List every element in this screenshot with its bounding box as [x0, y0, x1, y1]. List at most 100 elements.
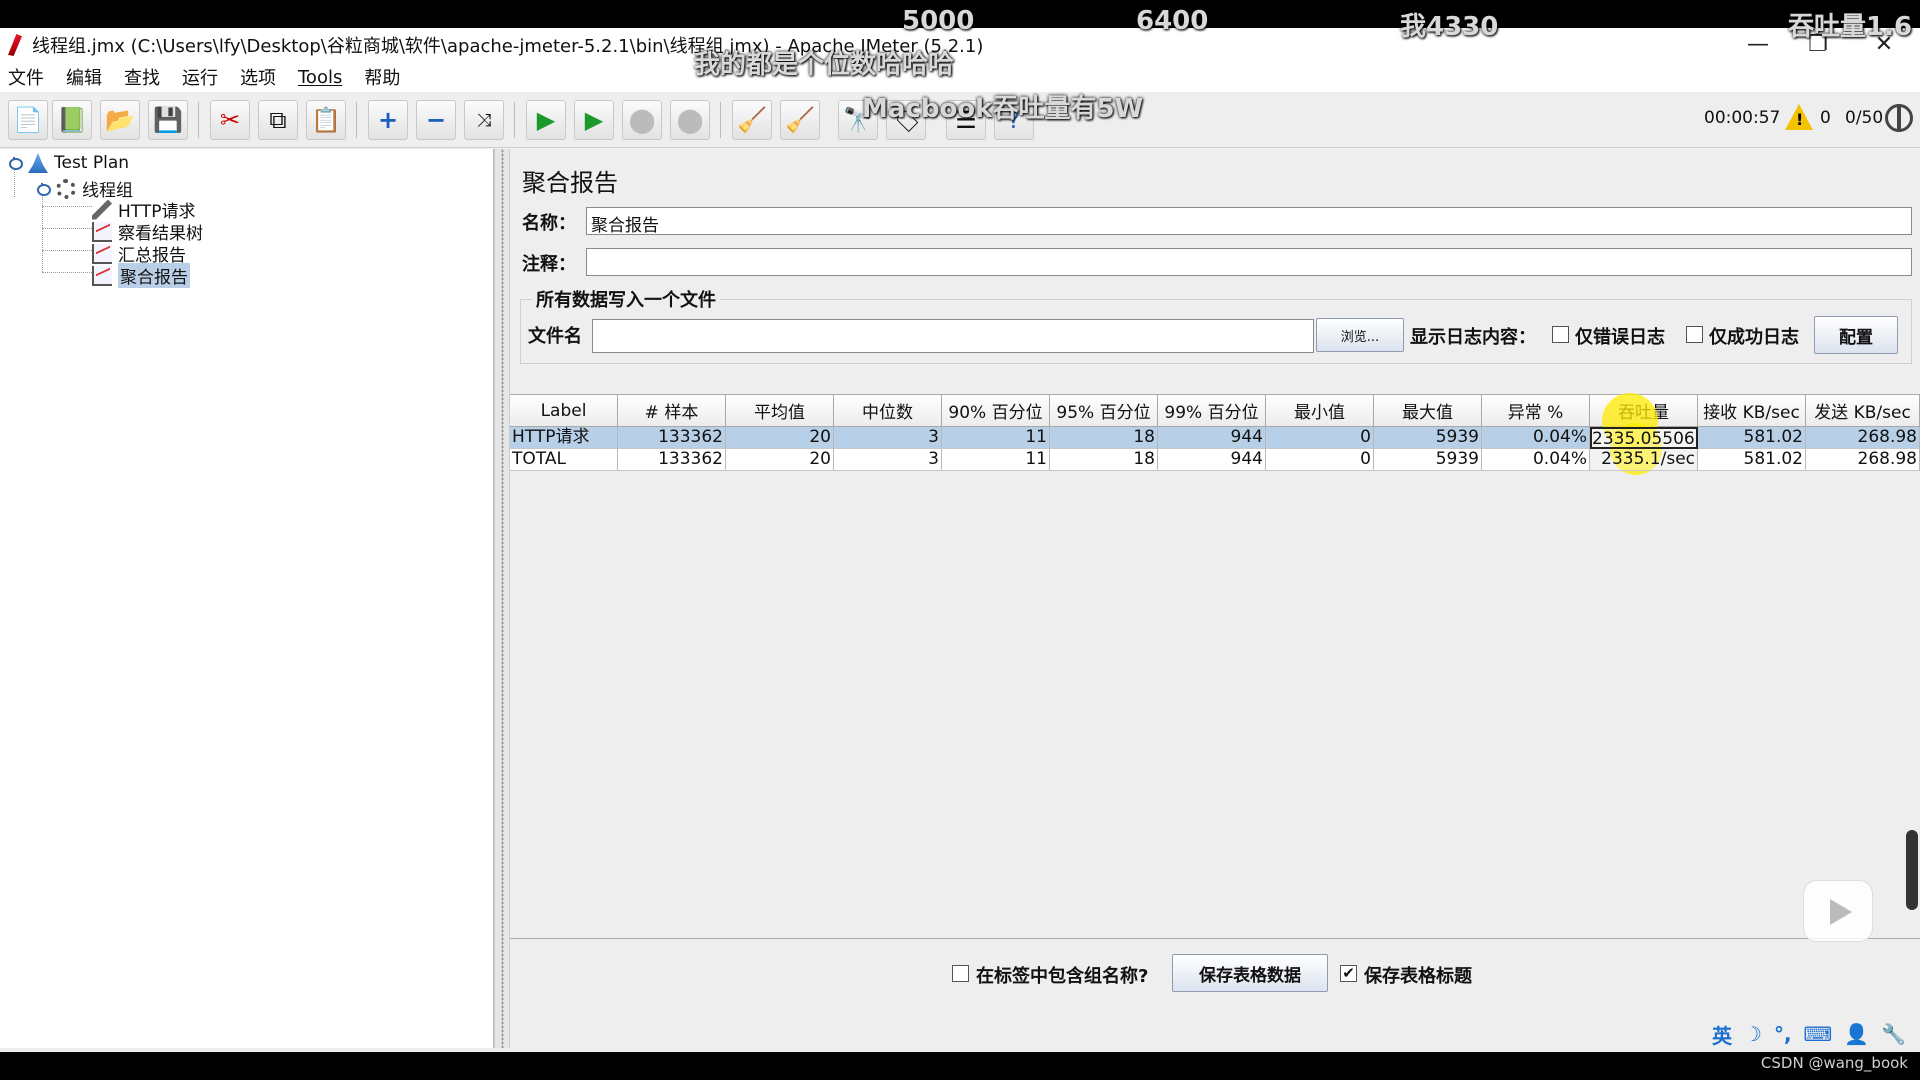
menu-file[interactable]: 文件	[8, 64, 44, 90]
configure-button[interactable]: 配置	[1814, 316, 1898, 354]
col-received-kb[interactable]: 接收 KB/sec	[1698, 395, 1806, 427]
expand-icon[interactable]: +	[368, 100, 408, 140]
table-row[interactable]: HTTP请求 133362 20 3 11 18 944 0 5939 0.04…	[510, 427, 1920, 449]
warning-icon[interactable]	[1785, 104, 1813, 130]
jmeter-feather-icon	[8, 34, 22, 56]
ime-toolbar: 英 ☽ °, ⌨ 👤 🔧	[1712, 1020, 1918, 1048]
toolbar-separator	[514, 102, 515, 138]
minimize-button[interactable]: —	[1738, 30, 1778, 60]
ime-moon-icon[interactable]: ☽	[1744, 1022, 1762, 1046]
col-average[interactable]: 平均值	[726, 395, 834, 427]
clear-all-icon[interactable]: 🧹	[780, 100, 820, 140]
save-icon[interactable]: 💾	[148, 100, 188, 140]
jmeter-window: 线程组.jmx (C:\Users\lfy\Desktop\谷粒商城\软件\ap…	[0, 28, 1920, 1052]
bottom-options-bar: 在标签中包含组名称? 保存表格数据 ✔ 保存表格标题	[510, 944, 1920, 1004]
only-success-checkbox[interactable]	[1686, 326, 1703, 343]
write-to-file-title: 所有数据写入一个文件	[532, 286, 720, 312]
cell-received: 581.02	[1698, 427, 1806, 449]
start-icon[interactable]: ▶	[526, 100, 566, 140]
tree-toggle-icon[interactable]	[36, 182, 51, 196]
cell-sent: 268.98	[1806, 449, 1920, 471]
aggregate-report-panel: 聚合报告 名称： 聚合报告 注释： 所有数据写入一个文件 文件名 浏览... 显…	[510, 149, 1920, 1048]
menu-edit[interactable]: 编辑	[66, 64, 102, 90]
ime-keyboard-icon[interactable]: ⌨	[1804, 1022, 1833, 1046]
filename-field[interactable]	[592, 319, 1314, 353]
ime-punctuation-icon[interactable]: °,	[1774, 1022, 1792, 1046]
col-99-percentile[interactable]: 99% 百分位	[1158, 395, 1266, 427]
only-error-label: 仅错误日志	[1575, 327, 1665, 348]
cell-label: HTTP请求	[510, 427, 618, 449]
active-threads: 0/50	[1845, 108, 1884, 128]
clear-icon[interactable]: 🧹	[732, 100, 772, 140]
include-group-label: 在标签中包含组名称?	[976, 966, 1149, 987]
video-player-icon[interactable]	[1803, 880, 1873, 942]
tree-node-test-plan[interactable]: Test Plan	[8, 153, 129, 173]
scrollbar-thumb[interactable]	[1906, 830, 1918, 910]
panel-title: 聚合报告	[522, 169, 618, 197]
menu-run[interactable]: 运行	[182, 64, 218, 90]
pane-splitter[interactable]	[494, 149, 510, 1048]
toolbar-separator	[198, 102, 199, 138]
col-median[interactable]: 中位数	[834, 395, 942, 427]
comment-field[interactable]	[586, 248, 1912, 276]
cell-throughput-focused[interactable]: 2335.055066	[1590, 427, 1698, 449]
cut-icon[interactable]: ✂	[210, 100, 250, 140]
cell-samples: 133362	[618, 449, 726, 471]
cell-max: 5939	[1374, 427, 1482, 449]
cell-min: 0	[1266, 449, 1374, 471]
cell-median: 3	[834, 449, 942, 471]
col-95-percentile[interactable]: 95% 百分位	[1050, 395, 1158, 427]
remote-globe-icon[interactable]	[1885, 104, 1913, 132]
save-table-header-checkbox[interactable]: ✔	[1340, 965, 1357, 982]
col-samples[interactable]: # 样本	[618, 395, 726, 427]
paste-icon[interactable]: 📋	[306, 100, 346, 140]
ime-user-icon[interactable]: 👤	[1844, 1022, 1869, 1046]
open-icon[interactable]: 📂	[100, 100, 140, 140]
start-no-pauses-icon[interactable]: ▶	[574, 100, 614, 140]
col-min[interactable]: 最小值	[1266, 395, 1374, 427]
watermark: CSDN @wang_book	[1760, 1054, 1908, 1072]
col-sent-kb[interactable]: 发送 KB/sec	[1806, 395, 1920, 427]
menu-tools[interactable]: Tools	[298, 67, 342, 88]
listener-chart-icon	[92, 265, 112, 286]
comment-label: 注释：	[522, 254, 576, 275]
tree-node-aggregate-report[interactable]: 聚合报告	[92, 263, 190, 288]
shutdown-icon[interactable]: ⬤	[670, 100, 710, 140]
toggle-icon[interactable]: ⤨	[464, 100, 504, 140]
tree-line	[42, 206, 92, 207]
cell-99: 944	[1158, 449, 1266, 471]
cell-received: 581.02	[1698, 449, 1806, 471]
new-icon[interactable]: 📄	[8, 100, 48, 140]
table-row[interactable]: TOTAL 133362 20 3 11 18 944 0 5939 0.04%…	[510, 449, 1920, 471]
menu-help[interactable]: 帮助	[364, 64, 400, 90]
gear-icon	[56, 178, 76, 199]
cell-label: TOTAL	[510, 449, 618, 471]
only-error-checkbox[interactable]	[1552, 326, 1569, 343]
menu-options[interactable]: 选项	[240, 64, 276, 90]
name-field[interactable]: 聚合报告	[586, 207, 1912, 235]
save-table-data-button[interactable]: 保存表格数据	[1172, 954, 1328, 992]
templates-icon[interactable]: 📗	[52, 100, 92, 140]
ime-language-icon[interactable]: 英	[1712, 1020, 1732, 1049]
include-group-checkbox[interactable]	[952, 965, 969, 982]
col-max[interactable]: 最大值	[1374, 395, 1482, 427]
col-label[interactable]: Label	[510, 395, 618, 427]
stop-icon[interactable]: ⬤	[622, 100, 662, 140]
cell-min: 0	[1266, 427, 1374, 449]
overlay-number: 6400	[1136, 6, 1209, 36]
menu-search[interactable]: 查找	[124, 64, 160, 90]
browse-button[interactable]: 浏览...	[1316, 318, 1404, 352]
listener-chart-icon	[92, 221, 112, 242]
collapse-icon[interactable]: −	[416, 100, 456, 140]
tree-label-selected: 聚合报告	[118, 263, 190, 288]
overlay-number: 吞吐量1.6	[1788, 12, 1913, 42]
tree-toggle-icon[interactable]	[8, 157, 23, 170]
col-error-percent[interactable]: 异常 %	[1482, 395, 1590, 427]
cell-error: 0.04%	[1482, 427, 1590, 449]
ime-settings-icon[interactable]: 🔧	[1881, 1022, 1906, 1046]
toolbar-separator	[720, 102, 721, 138]
tree-label: Test Plan	[54, 153, 130, 173]
cell-90: 11	[942, 449, 1050, 471]
col-90-percentile[interactable]: 90% 百分位	[942, 395, 1050, 427]
copy-icon[interactable]: ⧉	[258, 100, 298, 140]
